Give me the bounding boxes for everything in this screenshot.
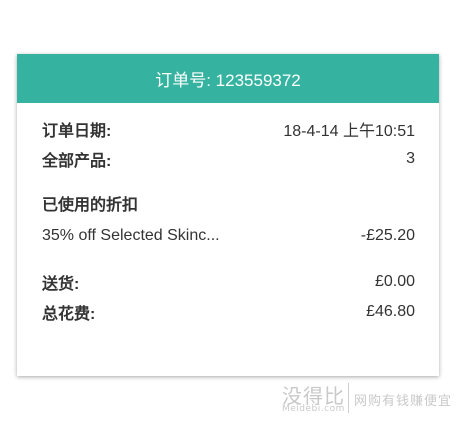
discount-section-title: 已使用的折扣 [42,197,139,214]
order-date-row: 订单日期: 18-4-14 上午10:51 [42,117,415,141]
watermark-slogan: 网购有钱赚便宜 [354,394,453,409]
watermark-domain: Meidebi.com [282,404,345,414]
total-label: 总花费: [42,306,96,323]
product-count-label: 全部产品: [42,153,112,170]
shipping-row: 送货: £0.00 [42,270,415,294]
order-number-text: 订单号: 123559372 [155,71,301,90]
order-number-header: 订单号: 123559372 [17,54,439,103]
total-value: £46.80 [366,303,415,320]
order-date-value: 18-4-14 上午10:51 [283,123,415,140]
total-row: 总花费: £46.80 [42,300,415,324]
shipping-value: £0.00 [374,273,415,290]
shipping-label: 送货: [42,276,80,293]
product-count-value: 3 [406,150,415,167]
order-summary-card: 订单号: 123559372 订单日期: 18-4-14 上午10:51 全部产… [17,54,439,376]
order-date-label: 订单日期: [42,123,112,140]
discount-amount: -£25.20 [360,227,415,244]
discount-name: 35% off Selected Skinc... [42,227,220,244]
product-count-row: 全部产品: 3 [42,147,415,171]
order-details: 订单日期: 18-4-14 上午10:51 全部产品: 3 已使用的折扣 35%… [17,117,439,324]
watermark: 没得比 Meidebi.com 网购有钱赚便宜 [282,380,462,420]
watermark-divider [348,383,349,413]
discount-row: 35% off Selected Skinc... -£25.20 [42,224,415,248]
